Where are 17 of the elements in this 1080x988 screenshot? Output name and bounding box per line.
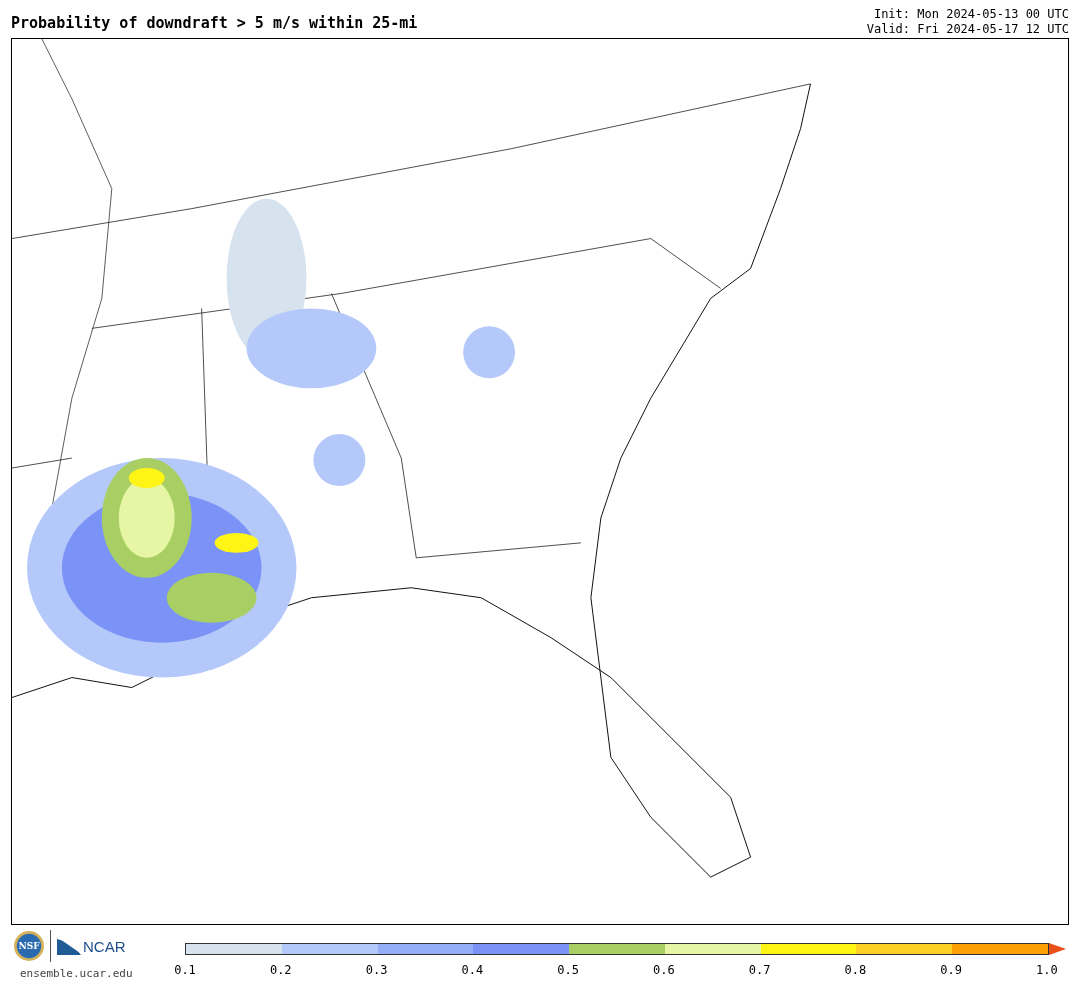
tick-label: 0.8	[843, 963, 868, 977]
valid-time: Valid: Fri 2024-05-17 12 UTC	[866, 22, 1069, 37]
map-title: Probability of downdraft > 5 m/s within 25-mi	[11, 14, 418, 34]
tick-label: 1.0	[1035, 963, 1059, 977]
tick-label: 0.2	[268, 963, 293, 977]
init-time: Init: Mon 2024-05-13 00 UTC	[872, 7, 1069, 22]
tick-label: 0.1	[173, 963, 197, 977]
tick-label: 0.7	[747, 963, 772, 977]
site-url: ensemble.ucar.edu	[19, 967, 133, 980]
triangle-icon	[1049, 943, 1066, 955]
nsf-logo: NSF	[14, 931, 44, 961]
tick-label: 0.9	[939, 963, 963, 977]
tick-label: 0.4	[460, 963, 485, 977]
tick-label: 0.3	[364, 963, 389, 977]
ncar-logo: NCAR	[57, 937, 126, 955]
tick-label: 0.6	[652, 963, 676, 977]
tick-label: 0.5	[556, 963, 580, 977]
